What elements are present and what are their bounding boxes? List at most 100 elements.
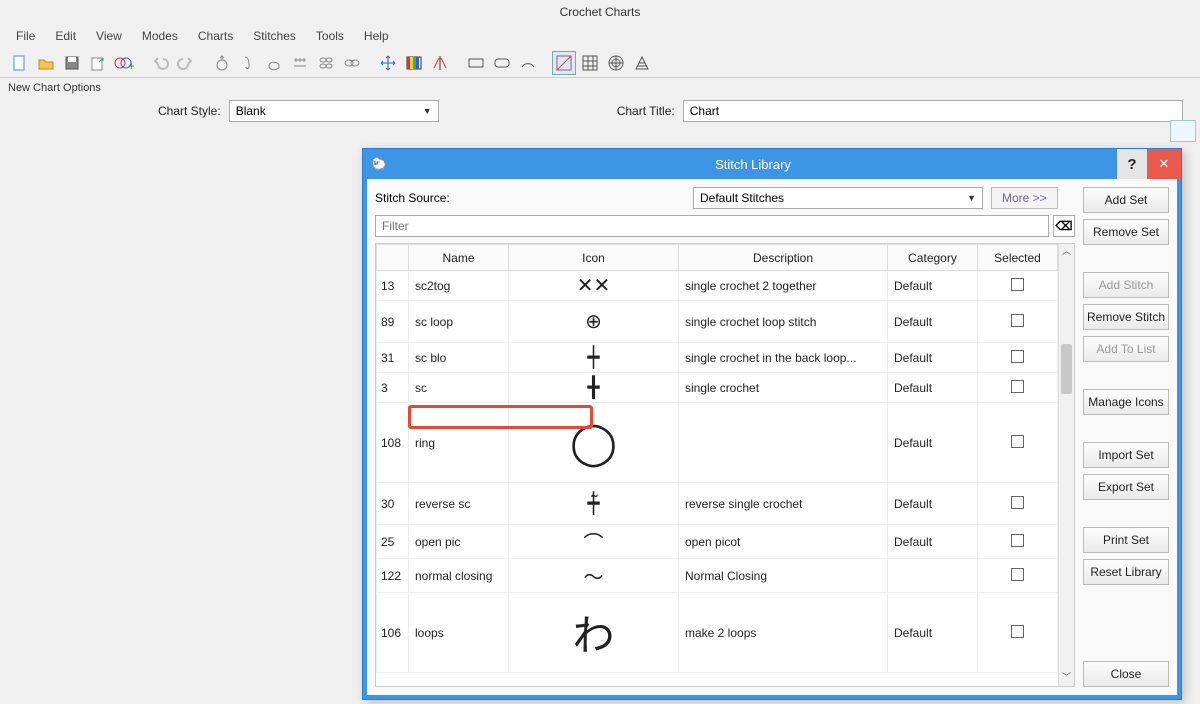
table-row[interactable]: 30reverse sc┿̃reverse single crochetDefa… xyxy=(377,483,1058,525)
col-desc[interactable]: Description xyxy=(679,245,888,271)
checkbox-icon[interactable] xyxy=(1011,568,1024,581)
cell-selected[interactable] xyxy=(978,483,1058,525)
menu-file[interactable]: File xyxy=(8,27,43,45)
table-row[interactable]: 31sc blo┿single crochet in the back loop… xyxy=(377,343,1058,373)
redo-icon[interactable] xyxy=(174,51,198,75)
cell-selected[interactable] xyxy=(978,403,1058,483)
chart-title-input[interactable] xyxy=(683,100,1183,122)
cell-selected[interactable] xyxy=(978,559,1058,593)
cell-selected[interactable] xyxy=(978,373,1058,403)
table-row[interactable]: 122normal closing〜Normal Closing xyxy=(377,559,1058,593)
filter-input[interactable] xyxy=(375,215,1049,237)
checkbox-icon[interactable] xyxy=(1011,278,1024,291)
cell-name[interactable]: sc xyxy=(409,373,509,403)
view-grid-icon[interactable] xyxy=(578,51,602,75)
cell-selected[interactable] xyxy=(978,525,1058,559)
export-icon[interactable] xyxy=(86,51,110,75)
menu-edit[interactable]: Edit xyxy=(47,27,84,45)
table-row[interactable]: 3sc╋single crochetDefault xyxy=(377,373,1058,403)
clear-filter-icon[interactable]: ⌫ xyxy=(1053,215,1075,237)
tool-hook-icon[interactable] xyxy=(236,51,260,75)
tool-move-icon[interactable] xyxy=(376,51,400,75)
scroll-thumb[interactable] xyxy=(1061,344,1072,394)
add-to-list-button[interactable]: Add To List xyxy=(1083,336,1169,362)
tool-mirror-icon[interactable] xyxy=(428,51,452,75)
tool-yarn-icon[interactable] xyxy=(210,51,234,75)
scroll-up-icon[interactable]: ︿ xyxy=(1059,244,1074,260)
cell-desc: single crochet in the back loop... xyxy=(679,343,888,373)
panel-toggle[interactable] xyxy=(1170,120,1196,142)
checkbox-icon[interactable] xyxy=(1011,380,1024,393)
menu-tools[interactable]: Tools xyxy=(308,27,352,45)
table-row[interactable]: 25open pic⌒open picotDefault xyxy=(377,525,1058,559)
menu-charts[interactable]: Charts xyxy=(190,27,241,45)
add-set-button[interactable]: Add Set xyxy=(1083,187,1169,213)
tool-join-icon[interactable] xyxy=(340,51,364,75)
col-cat[interactable]: Category xyxy=(888,245,978,271)
undo-icon[interactable] xyxy=(148,51,172,75)
col-icon[interactable]: Icon xyxy=(509,245,679,271)
cell-name[interactable]: sc2tog xyxy=(409,271,509,301)
view-triangle-icon[interactable] xyxy=(630,51,654,75)
remove-stitch-button[interactable]: Remove Stitch xyxy=(1083,304,1169,330)
checkbox-icon[interactable] xyxy=(1011,435,1024,448)
menu-modes[interactable]: Modes xyxy=(134,27,186,45)
tool-color-icon[interactable] xyxy=(402,51,426,75)
menu-view[interactable]: View xyxy=(88,27,130,45)
checkbox-icon[interactable] xyxy=(1011,625,1024,638)
remove-set-button[interactable]: Remove Set xyxy=(1083,219,1169,245)
print-set-button[interactable]: Print Set xyxy=(1083,527,1169,553)
save-icon[interactable] xyxy=(60,51,84,75)
checkbox-icon[interactable] xyxy=(1011,350,1024,363)
table-row[interactable]: 108ring◯Default xyxy=(377,403,1058,483)
import-set-button[interactable]: Import Set xyxy=(1083,442,1169,468)
open-icon[interactable] xyxy=(34,51,58,75)
checkbox-icon[interactable] xyxy=(1011,534,1024,547)
tool-loop-icon[interactable] xyxy=(262,51,286,75)
table-row[interactable]: 89sc loop⊕single crochet loop stitchDefa… xyxy=(377,301,1058,343)
tool-roundrect-icon[interactable] xyxy=(490,51,514,75)
col-name[interactable]: Name xyxy=(409,245,509,271)
tool-chain-icon[interactable] xyxy=(314,51,338,75)
col-num[interactable] xyxy=(377,245,409,271)
reset-library-button[interactable]: Reset Library xyxy=(1083,559,1169,585)
cell-name[interactable]: loops xyxy=(409,593,509,673)
cell-name[interactable]: sc blo xyxy=(409,343,509,373)
cell-name[interactable]: ring xyxy=(409,403,509,483)
tool-rect-icon[interactable] xyxy=(464,51,488,75)
cell-name[interactable]: sc loop xyxy=(409,301,509,343)
chart-style-combo[interactable]: Blank ▼ xyxy=(229,100,439,122)
cell-selected[interactable] xyxy=(978,271,1058,301)
more-button[interactable]: More >> xyxy=(991,187,1058,209)
cell-name[interactable]: open pic xyxy=(409,525,509,559)
help-icon[interactable]: ? xyxy=(1117,149,1147,179)
menu-stitches[interactable]: Stitches xyxy=(245,27,304,45)
cell-selected[interactable] xyxy=(978,301,1058,343)
table-row[interactable]: 106loopsわmake 2 loopsDefault xyxy=(377,593,1058,673)
add-stitch-button[interactable]: Add Stitch xyxy=(1083,272,1169,298)
table-row[interactable]: 13sc2tog✕✕single crochet 2 togetherDefau… xyxy=(377,271,1058,301)
export-set-button[interactable]: Export Set xyxy=(1083,474,1169,500)
checkbox-icon[interactable] xyxy=(1011,496,1024,509)
checkbox-icon[interactable] xyxy=(1011,314,1024,327)
menu-help[interactable]: Help xyxy=(356,27,397,45)
table-scrollbar[interactable]: ︿ ﹀ xyxy=(1058,244,1074,686)
col-sel[interactable]: Selected xyxy=(978,245,1058,271)
cell-selected[interactable] xyxy=(978,593,1058,673)
manage-icons-button[interactable]: Manage Icons xyxy=(1083,389,1169,415)
cell-name[interactable]: normal closing xyxy=(409,559,509,593)
close-button[interactable]: Close xyxy=(1083,661,1169,687)
add-chart-icon[interactable]: + xyxy=(112,51,136,75)
view-round-icon[interactable] xyxy=(604,51,628,75)
scroll-down-icon[interactable]: ﹀ xyxy=(1059,670,1074,686)
cell-name[interactable]: reverse sc xyxy=(409,483,509,525)
close-icon[interactable]: ✕ xyxy=(1147,149,1181,179)
new-icon[interactable] xyxy=(8,51,32,75)
view-free-icon[interactable] xyxy=(552,51,576,75)
dialog-titlebar[interactable]: 🐑 Stitch Library ? ✕ xyxy=(363,149,1181,179)
cell-selected[interactable] xyxy=(978,343,1058,373)
cell-desc: make 2 loops xyxy=(679,593,888,673)
tool-arc-icon[interactable] xyxy=(516,51,540,75)
tool-row-icon[interactable] xyxy=(288,51,312,75)
stitch-source-combo[interactable]: Default Stitches ▼ xyxy=(693,187,983,209)
